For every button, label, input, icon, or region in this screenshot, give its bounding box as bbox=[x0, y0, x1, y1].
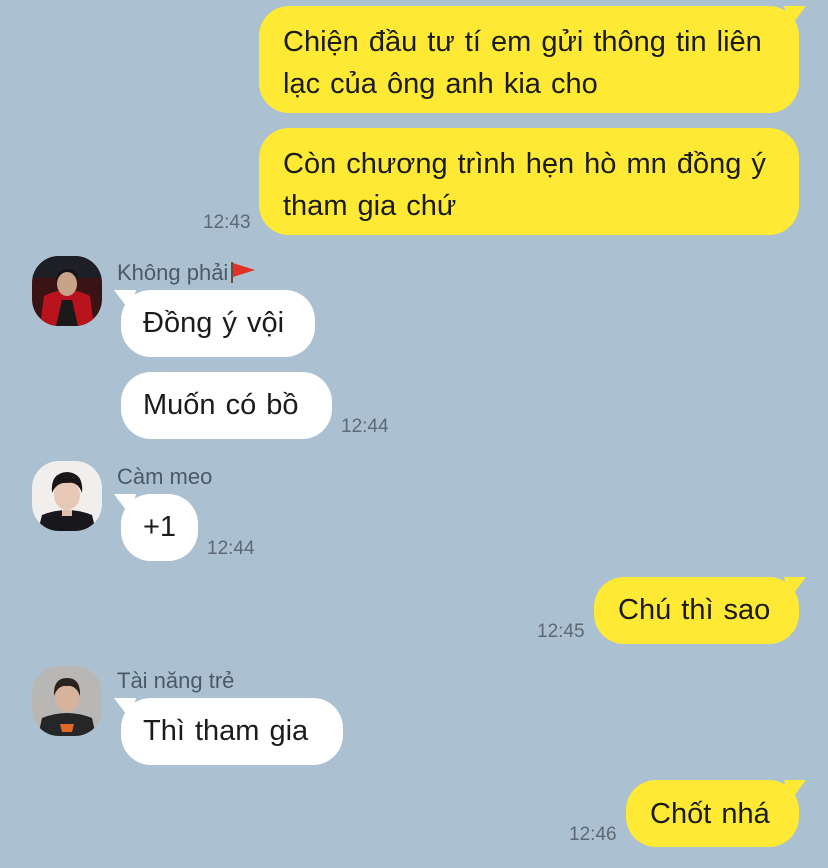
message-text: Thì tham gia bbox=[143, 715, 309, 747]
message-text: Đồng ý vội bbox=[143, 307, 285, 339]
message-text: Muốn có bồ bbox=[143, 389, 299, 421]
incoming-message-bubble[interactable]: Đồng ý vội bbox=[121, 290, 315, 357]
red-flag-icon bbox=[231, 262, 256, 283]
message-text: Chú thì sao bbox=[618, 594, 771, 626]
message-timestamp: 12:45 bbox=[537, 621, 585, 642]
sender-name: Không phải bbox=[117, 260, 257, 286]
sender-name-text: Không phải bbox=[117, 260, 229, 285]
message-text: Chốt nhá bbox=[650, 798, 770, 830]
outgoing-message-bubble[interactable]: Chốt nhá bbox=[626, 780, 799, 847]
avatar[interactable] bbox=[32, 461, 102, 531]
avatar-photo-red-jacket bbox=[32, 256, 102, 326]
sender-name: Càm meo bbox=[117, 464, 213, 489]
message-timestamp: 12:43 bbox=[203, 212, 251, 233]
message-text: Chiện đầu tư tí em gửi thông tin liên lạ… bbox=[283, 26, 762, 100]
sender-name: Tài năng trẻ bbox=[117, 668, 235, 693]
avatar-photo-grey-bg bbox=[32, 666, 102, 736]
incoming-message-bubble[interactable]: Muốn có bồ bbox=[121, 372, 332, 439]
outgoing-message-bubble[interactable]: Chú thì sao bbox=[594, 577, 799, 644]
avatar-photo-dark-hair bbox=[32, 461, 102, 531]
message-timestamp: 12:46 bbox=[569, 824, 617, 845]
message-timestamp: 12:44 bbox=[207, 538, 255, 559]
outgoing-message-bubble[interactable]: Chiện đầu tư tí em gửi thông tin liên lạ… bbox=[259, 6, 799, 113]
incoming-message-bubble[interactable]: Thì tham gia bbox=[121, 698, 343, 765]
message-text: Còn chương trình hẹn hò mn đồng ý tham g… bbox=[283, 148, 766, 222]
message-text: +1 bbox=[143, 511, 177, 543]
avatar[interactable] bbox=[32, 666, 102, 736]
avatar[interactable] bbox=[32, 256, 102, 326]
outgoing-message-bubble[interactable]: Còn chương trình hẹn hò mn đồng ý tham g… bbox=[259, 128, 799, 235]
message-timestamp: 12:44 bbox=[341, 416, 389, 437]
